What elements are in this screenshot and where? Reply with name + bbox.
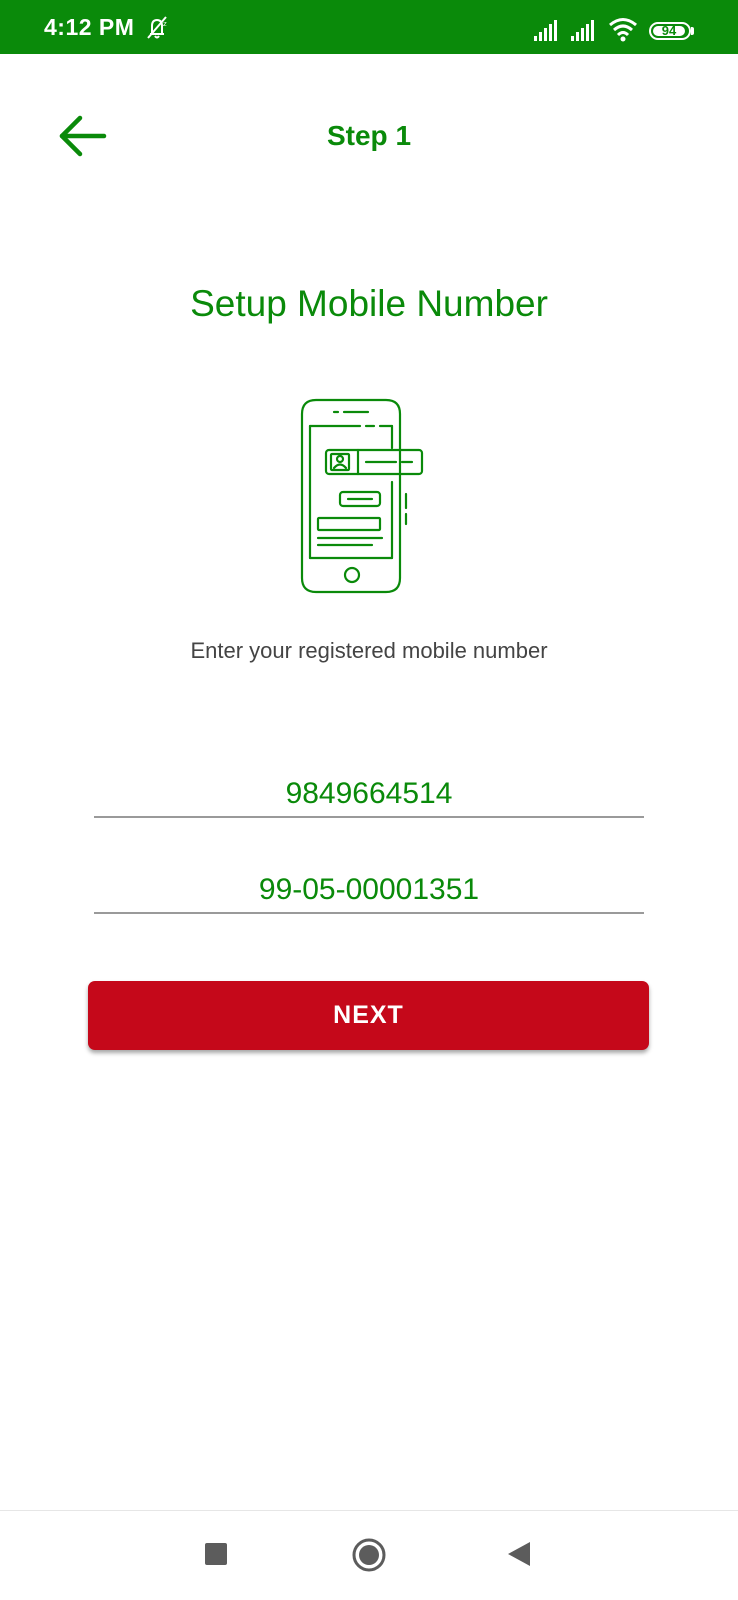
step-title: Step 1 xyxy=(326,120,412,151)
wifi-icon xyxy=(609,18,637,42)
page-heading: Setup Mobile Number xyxy=(190,283,548,324)
signal-icon xyxy=(534,20,557,41)
signal-icon xyxy=(571,20,594,41)
back-triangle-icon[interactable] xyxy=(506,1540,532,1568)
alarm-off-icon: z xyxy=(147,16,167,39)
home-icon[interactable] xyxy=(351,1537,387,1573)
svg-text:z: z xyxy=(163,20,167,28)
battery-level: 94 xyxy=(661,23,677,38)
status-time: 4:12 PM xyxy=(44,14,135,40)
instruction-text: Enter your registered mobile number xyxy=(190,638,548,663)
battery-icon: 94 xyxy=(649,22,691,40)
recent-apps-icon[interactable] xyxy=(205,1543,227,1565)
account-number-field[interactable] xyxy=(94,868,644,914)
mobile-number-field[interactable] xyxy=(94,772,644,818)
status-bar: 4:12 PM z 94 xyxy=(0,0,738,54)
next-button[interactable]: NEXT xyxy=(88,981,649,1050)
phone-illustration xyxy=(300,398,424,594)
battery-tip xyxy=(691,27,694,35)
